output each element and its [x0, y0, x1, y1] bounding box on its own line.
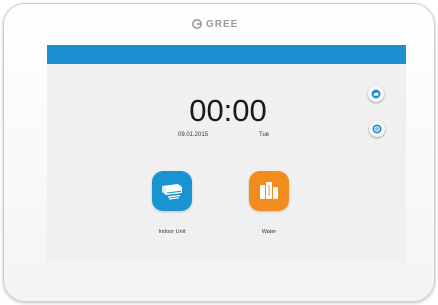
clock-date: 09.01.2015	[178, 132, 209, 138]
settings-button[interactable]	[369, 121, 385, 137]
settings-icon	[372, 124, 382, 134]
cloud-button[interactable]	[368, 86, 384, 102]
touch-screen: 00:00 09.01.2015 Tue Indoor Unit Water	[47, 45, 406, 263]
indoor-unit-tile[interactable]	[152, 171, 192, 211]
brand-name: GREE	[206, 18, 239, 30]
controller-panel: GREE 00:00 09.01.2015 Tue Indoor Unit Wa…	[3, 3, 435, 302]
water-tile[interactable]	[249, 171, 289, 211]
clock-time: 00:00	[189, 93, 267, 128]
cloud-icon	[371, 89, 381, 99]
brand-logo: GREE	[192, 17, 256, 31]
indoor-unit-icon	[162, 184, 182, 200]
status-bar	[47, 45, 406, 64]
water-heater-icon	[260, 182, 278, 199]
water-label: Water	[261, 229, 277, 235]
gree-logo-icon	[192, 19, 202, 29]
indoor-unit-label: Indoor Unit	[158, 229, 186, 235]
clock-weekday: Tue	[259, 132, 270, 138]
